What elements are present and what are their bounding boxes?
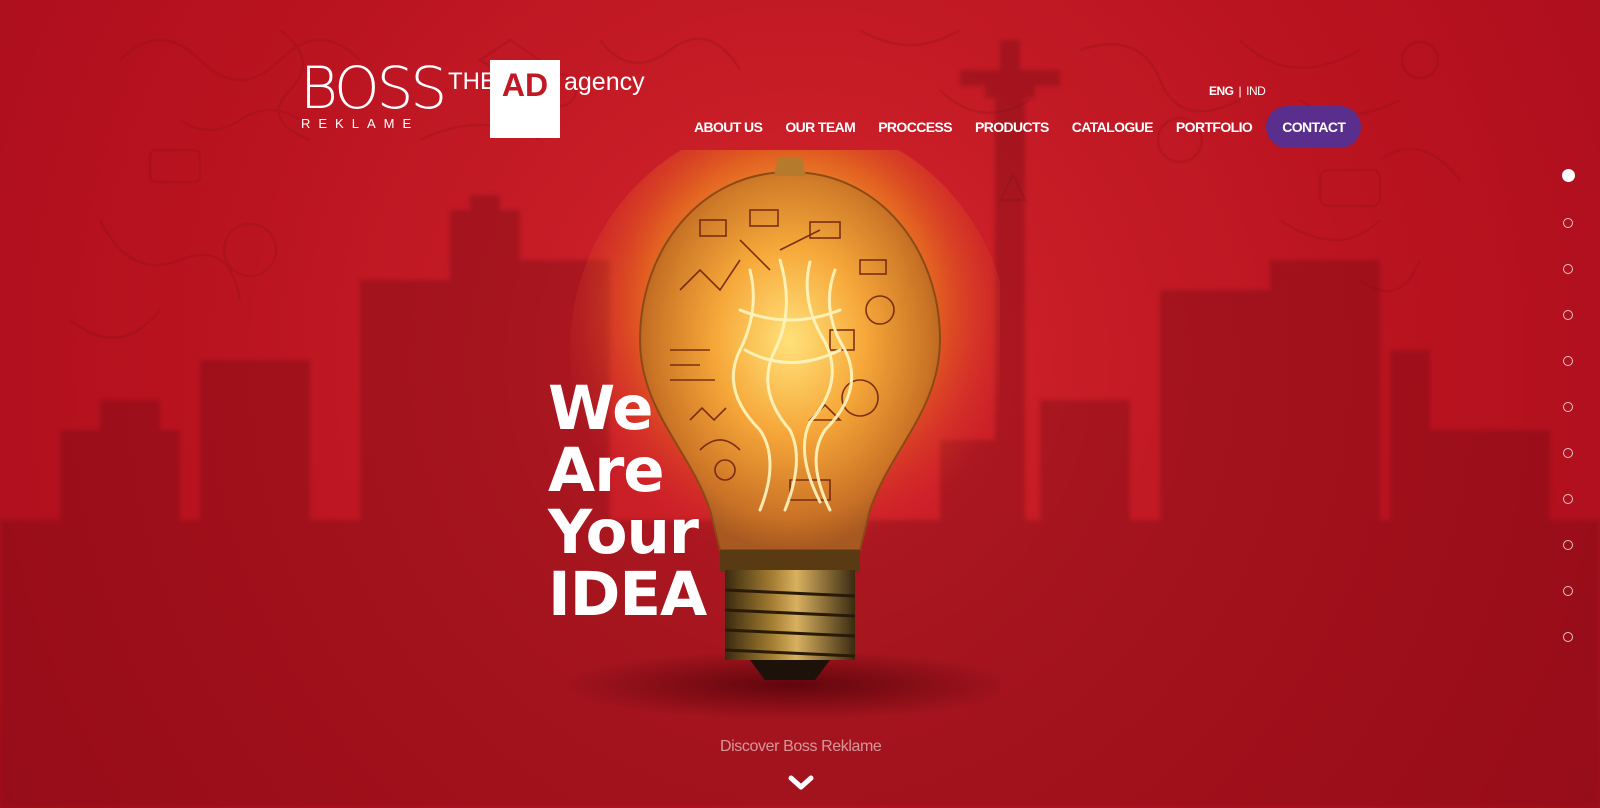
boss-reklame-logo: BOSS REKLAME — [300, 54, 447, 136]
logo-the-text: THE — [448, 68, 496, 95]
hero-line-idea: IDEA — [548, 559, 707, 630]
logo-agency-text: agency — [564, 68, 645, 96]
logo-reklame-text: REKLAME — [301, 116, 420, 131]
ad-agency-logo: THE AD agency — [448, 60, 658, 138]
section-dot-3[interactable] — [1563, 264, 1573, 274]
nav-portfolio[interactable]: PORTFOLIO — [1176, 119, 1253, 135]
section-dot-7[interactable] — [1563, 448, 1573, 458]
nav-our-team[interactable]: OUR TEAM — [785, 119, 855, 135]
section-dot-1[interactable] — [1562, 169, 1575, 182]
section-dot-10[interactable] — [1563, 586, 1573, 596]
section-dot-navigation — [1562, 169, 1577, 678]
section-dot-2[interactable] — [1563, 218, 1573, 228]
section-dot-4[interactable] — [1563, 310, 1573, 320]
section-dot-9[interactable] — [1563, 540, 1573, 550]
hero-headline: We Are Your IDEA — [548, 373, 707, 630]
nav-proccess[interactable]: PROCCESS — [878, 119, 952, 135]
lang-separator: | — [1238, 84, 1242, 98]
hero-line-we: We — [548, 373, 653, 444]
language-switcher: ENG | IND — [1209, 84, 1266, 98]
contact-button[interactable]: CONTACT — [1266, 106, 1362, 148]
section-dot-5[interactable] — [1563, 356, 1573, 366]
logo-ad-box: AD — [490, 60, 560, 138]
hero-line-your: Your — [548, 497, 699, 568]
lang-ind-link[interactable]: IND — [1246, 84, 1266, 98]
section-dot-6[interactable] — [1563, 402, 1573, 412]
nav-about-us[interactable]: ABOUT US — [694, 119, 763, 135]
lang-eng-link[interactable]: ENG — [1209, 84, 1234, 98]
main-navigation: ABOUT US OUR TEAM PROCCESS PRODUCTS CATA… — [694, 106, 1362, 148]
logo-boss-text: BOSS — [300, 54, 447, 122]
chevron-down-icon[interactable] — [787, 773, 815, 793]
hero-page: BOSS REKLAME THE AD agency ENG | IND ABOUT… — [0, 0, 1600, 808]
nav-products[interactable]: PRODUCTS — [975, 119, 1049, 135]
section-dot-11[interactable] — [1563, 632, 1573, 642]
section-dot-8[interactable] — [1563, 494, 1573, 504]
brand-logo[interactable]: BOSS REKLAME THE AD agency — [300, 58, 660, 146]
hero-line-are: Are — [548, 435, 665, 506]
discover-link[interactable]: Discover Boss Reklame — [720, 738, 882, 756]
nav-catalogue[interactable]: CATALOGUE — [1072, 119, 1154, 135]
